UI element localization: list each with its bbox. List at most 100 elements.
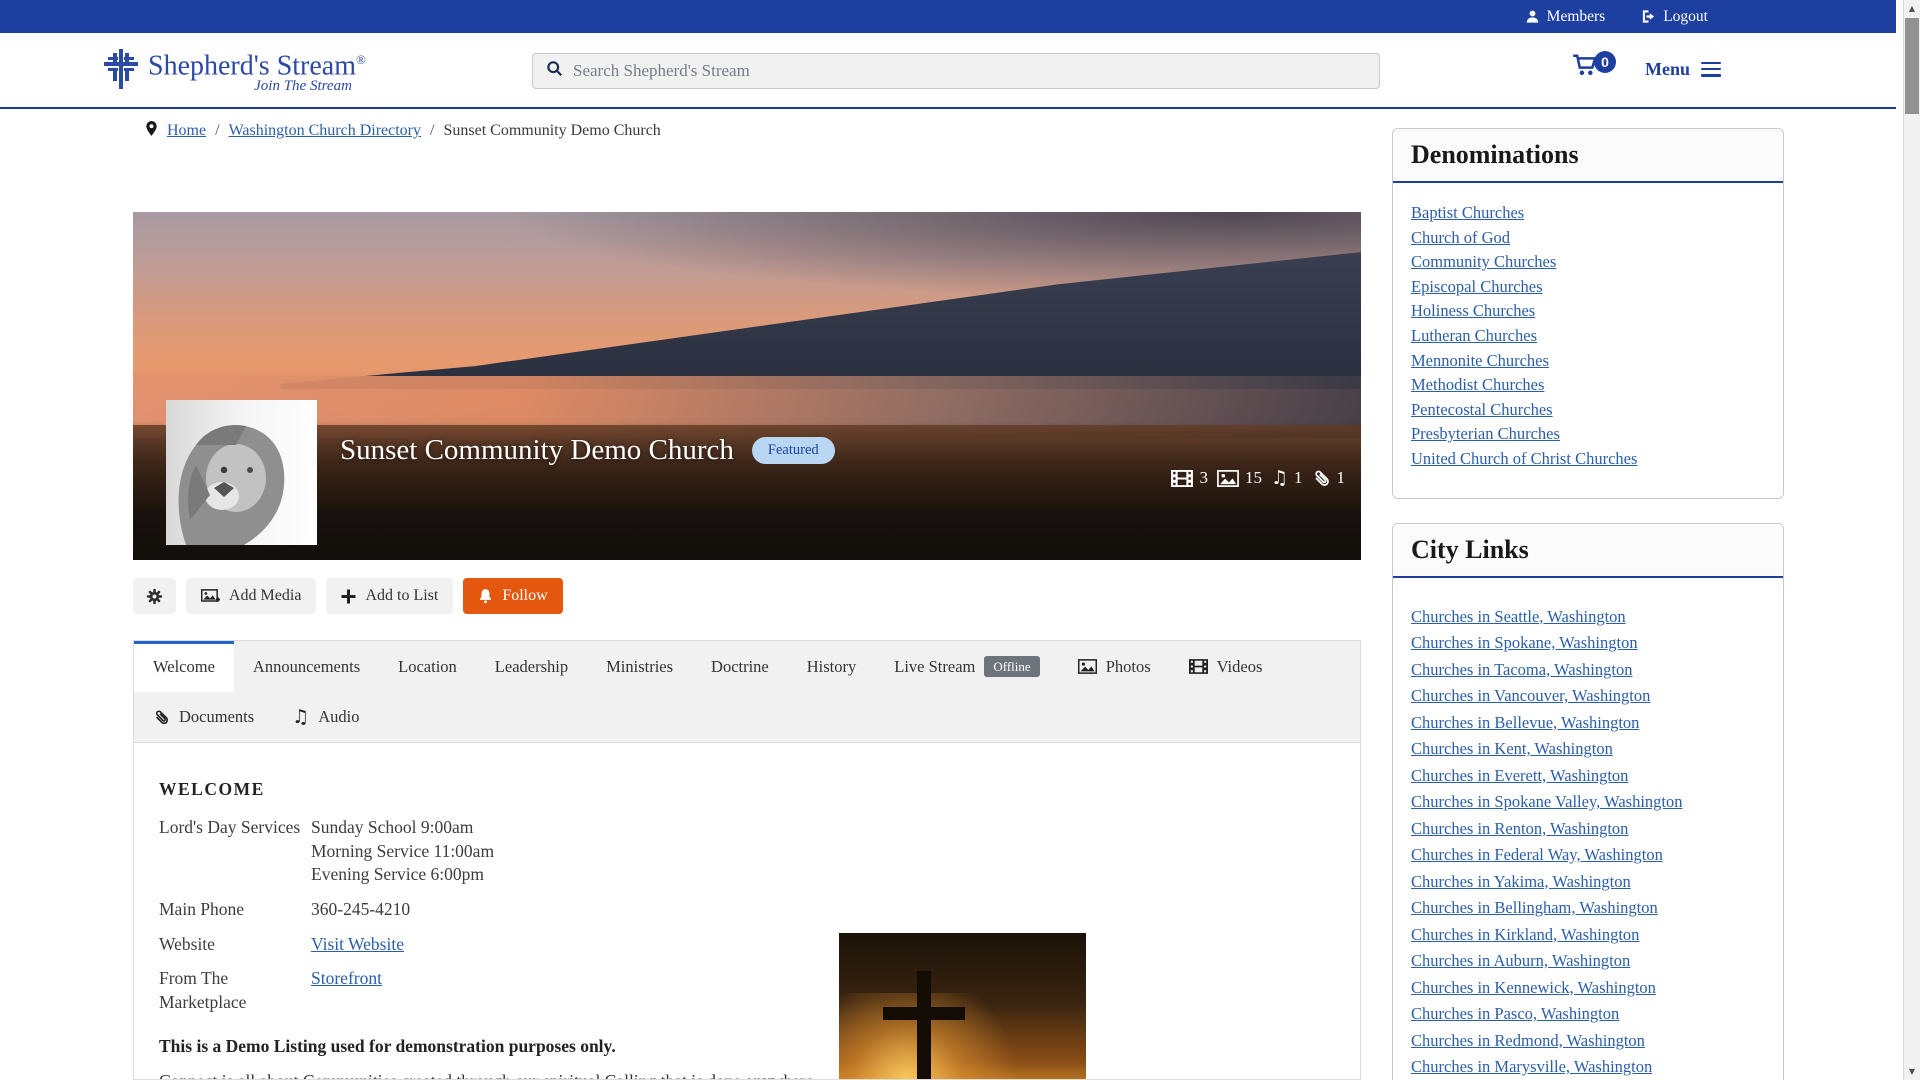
denomination-link[interactable]: Church of God: [1411, 226, 1765, 251]
sign-out-icon: [1641, 9, 1656, 24]
tab-doctrine[interactable]: Doctrine: [692, 641, 788, 692]
city-link[interactable]: Churches in Yakima, Washington: [1411, 869, 1765, 896]
search-input[interactable]: [573, 61, 1366, 81]
city-link[interactable]: Churches in Kent, Washington: [1411, 736, 1765, 763]
site-search: [532, 53, 1380, 89]
add-to-list-button[interactable]: Add to List: [326, 578, 453, 614]
city-link[interactable]: Churches in Bellingham, Washington: [1411, 895, 1765, 922]
church-banner: Sunset Community Demo Church Featured 3 …: [133, 212, 1361, 560]
add-media-icon: [201, 589, 220, 604]
members-link[interactable]: Members: [1525, 8, 1606, 26]
city-link[interactable]: Churches in Bellevue, Washington: [1411, 710, 1765, 737]
tab-welcome[interactable]: Welcome: [134, 641, 234, 692]
logout-label: Logout: [1663, 8, 1708, 26]
city-link[interactable]: Churches in Renton, Washington: [1411, 816, 1765, 843]
add-media-label: Add Media: [229, 587, 301, 605]
tab-location[interactable]: Location: [379, 641, 476, 692]
info-label: From The Marketplace: [159, 967, 311, 1014]
info-label: Main Phone: [159, 898, 311, 922]
photos-icon: [1217, 470, 1239, 487]
bell-icon: [478, 588, 493, 604]
tab-leadership[interactable]: Leadership: [476, 641, 587, 692]
city-link[interactable]: Churches in Kennewick, Washington: [1411, 975, 1765, 1002]
tab-documents[interactable]: Documents: [134, 692, 273, 742]
add-media-button[interactable]: Add Media: [186, 578, 316, 614]
music-note-icon: ♫: [1271, 469, 1288, 488]
denomination-link[interactable]: United Church of Christ Churches: [1411, 447, 1765, 472]
storefront-link[interactable]: Storefront: [311, 968, 382, 988]
logo-title: Shepherd's Stream®: [148, 45, 366, 81]
city-link[interactable]: Churches in Vancouver, Washington: [1411, 683, 1765, 710]
film-icon: [1171, 470, 1193, 487]
scrollbar-thumb[interactable]: [1905, 18, 1919, 114]
breadcrumb: Home / Washington Church Directory / Sun…: [145, 120, 661, 142]
site-logo[interactable]: Shepherd's Stream® Join The Stream: [100, 45, 366, 96]
city-link[interactable]: Churches in Tacoma, Washington: [1411, 657, 1765, 684]
denomination-link[interactable]: Pentecostal Churches: [1411, 398, 1765, 423]
city-link[interactable]: Churches in Kirkland, Washington: [1411, 922, 1765, 949]
info-value: Storefront: [311, 967, 719, 1014]
tab-announcements[interactable]: Announcements: [234, 641, 379, 692]
hamburger-icon: [1701, 58, 1721, 80]
breadcrumb-home-link[interactable]: Home: [167, 122, 206, 140]
tab-live-stream[interactable]: Live Stream Offline: [875, 641, 1058, 692]
city-link[interactable]: Churches in Auburn, Washington: [1411, 948, 1765, 975]
tab-bar: Welcome Announcements Location Leadershi…: [134, 641, 1360, 743]
tab-audio[interactable]: ♫ Audio: [273, 692, 378, 742]
denomination-link[interactable]: Lutheran Churches: [1411, 324, 1765, 349]
city-link[interactable]: Churches in Spokane Valley, Washington: [1411, 789, 1765, 816]
info-label: Website: [159, 933, 311, 957]
listing-content-card: Welcome Announcements Location Leadershi…: [133, 640, 1361, 1080]
breadcrumb-separator: /: [215, 122, 219, 140]
city-link[interactable]: Churches in Seattle, Washington: [1411, 604, 1765, 631]
settings-button[interactable]: [133, 578, 176, 614]
follow-button[interactable]: Follow: [463, 578, 562, 614]
documents-count[interactable]: 1: [1312, 468, 1346, 488]
logo-tagline: Join The Stream: [148, 78, 366, 95]
tab-photos[interactable]: Photos: [1059, 641, 1170, 692]
denominations-card: Denominations Baptist ChurchesChurch of …: [1392, 128, 1784, 499]
cross-sunrise-photo: [839, 933, 1086, 1080]
audio-count[interactable]: ♫ 1: [1271, 468, 1303, 488]
denomination-link[interactable]: Presbyterian Churches: [1411, 422, 1765, 447]
registered-mark: ®: [356, 52, 366, 67]
info-value: 360-245-4210: [311, 898, 719, 922]
city-link[interactable]: Churches in Everett, Washington: [1411, 763, 1765, 790]
tab-videos[interactable]: Videos: [1170, 641, 1282, 692]
cart-button[interactable]: 0: [1572, 53, 1616, 82]
menu-button[interactable]: Menu: [1645, 58, 1721, 80]
denomination-link[interactable]: Episcopal Churches: [1411, 275, 1765, 300]
cart-count-badge: 0: [1594, 51, 1616, 73]
logout-link[interactable]: Logout: [1641, 8, 1708, 26]
tab-history[interactable]: History: [788, 641, 876, 692]
page-scrollbar[interactable]: ▲ ▼: [1903, 0, 1920, 1080]
denomination-link[interactable]: Baptist Churches: [1411, 201, 1765, 226]
city-links-list: Churches in Seattle, WashingtonChurches …: [1393, 578, 1783, 1080]
welcome-panel: WELCOME Lord's Day Services Sunday Schoo…: [134, 743, 1360, 1079]
denomination-link[interactable]: Methodist Churches: [1411, 373, 1765, 398]
logo-cross-icon: [100, 47, 142, 96]
denomination-link[interactable]: Holiness Churches: [1411, 299, 1765, 324]
featured-badge: Featured: [752, 437, 835, 464]
denomination-link[interactable]: Mennonite Churches: [1411, 349, 1765, 374]
follow-label: Follow: [502, 587, 547, 605]
city-link[interactable]: Churches in Federal Way, Washington: [1411, 842, 1765, 869]
tab-ministries[interactable]: Ministries: [587, 641, 692, 692]
about-paragraph: Connect is all about Communities created…: [159, 1071, 839, 1080]
photos-count[interactable]: 15: [1217, 468, 1262, 488]
denomination-link[interactable]: Community Churches: [1411, 250, 1765, 275]
scroll-up-arrow-icon[interactable]: ▲: [1904, 0, 1920, 17]
person-icon: [1525, 9, 1540, 24]
city-link[interactable]: Churches in Redmond, Washington: [1411, 1028, 1765, 1055]
videos-count[interactable]: 3: [1171, 468, 1208, 488]
church-title: Sunset Community Demo Church: [340, 434, 734, 467]
visit-website-link[interactable]: Visit Website: [311, 934, 404, 954]
city-link[interactable]: Churches in Spokane, Washington: [1411, 630, 1765, 657]
top-utility-bar: Members Logout: [0, 0, 1896, 33]
scroll-down-arrow-icon[interactable]: ▼: [1904, 1063, 1920, 1080]
city-link[interactable]: Churches in Pasco, Washington: [1411, 1001, 1765, 1028]
paperclip-icon: [1312, 469, 1331, 488]
breadcrumb-directory-link[interactable]: Washington Church Directory: [229, 122, 421, 140]
city-link[interactable]: Churches in Marysville, Washington: [1411, 1054, 1765, 1080]
denominations-title: Denominations: [1393, 129, 1783, 183]
